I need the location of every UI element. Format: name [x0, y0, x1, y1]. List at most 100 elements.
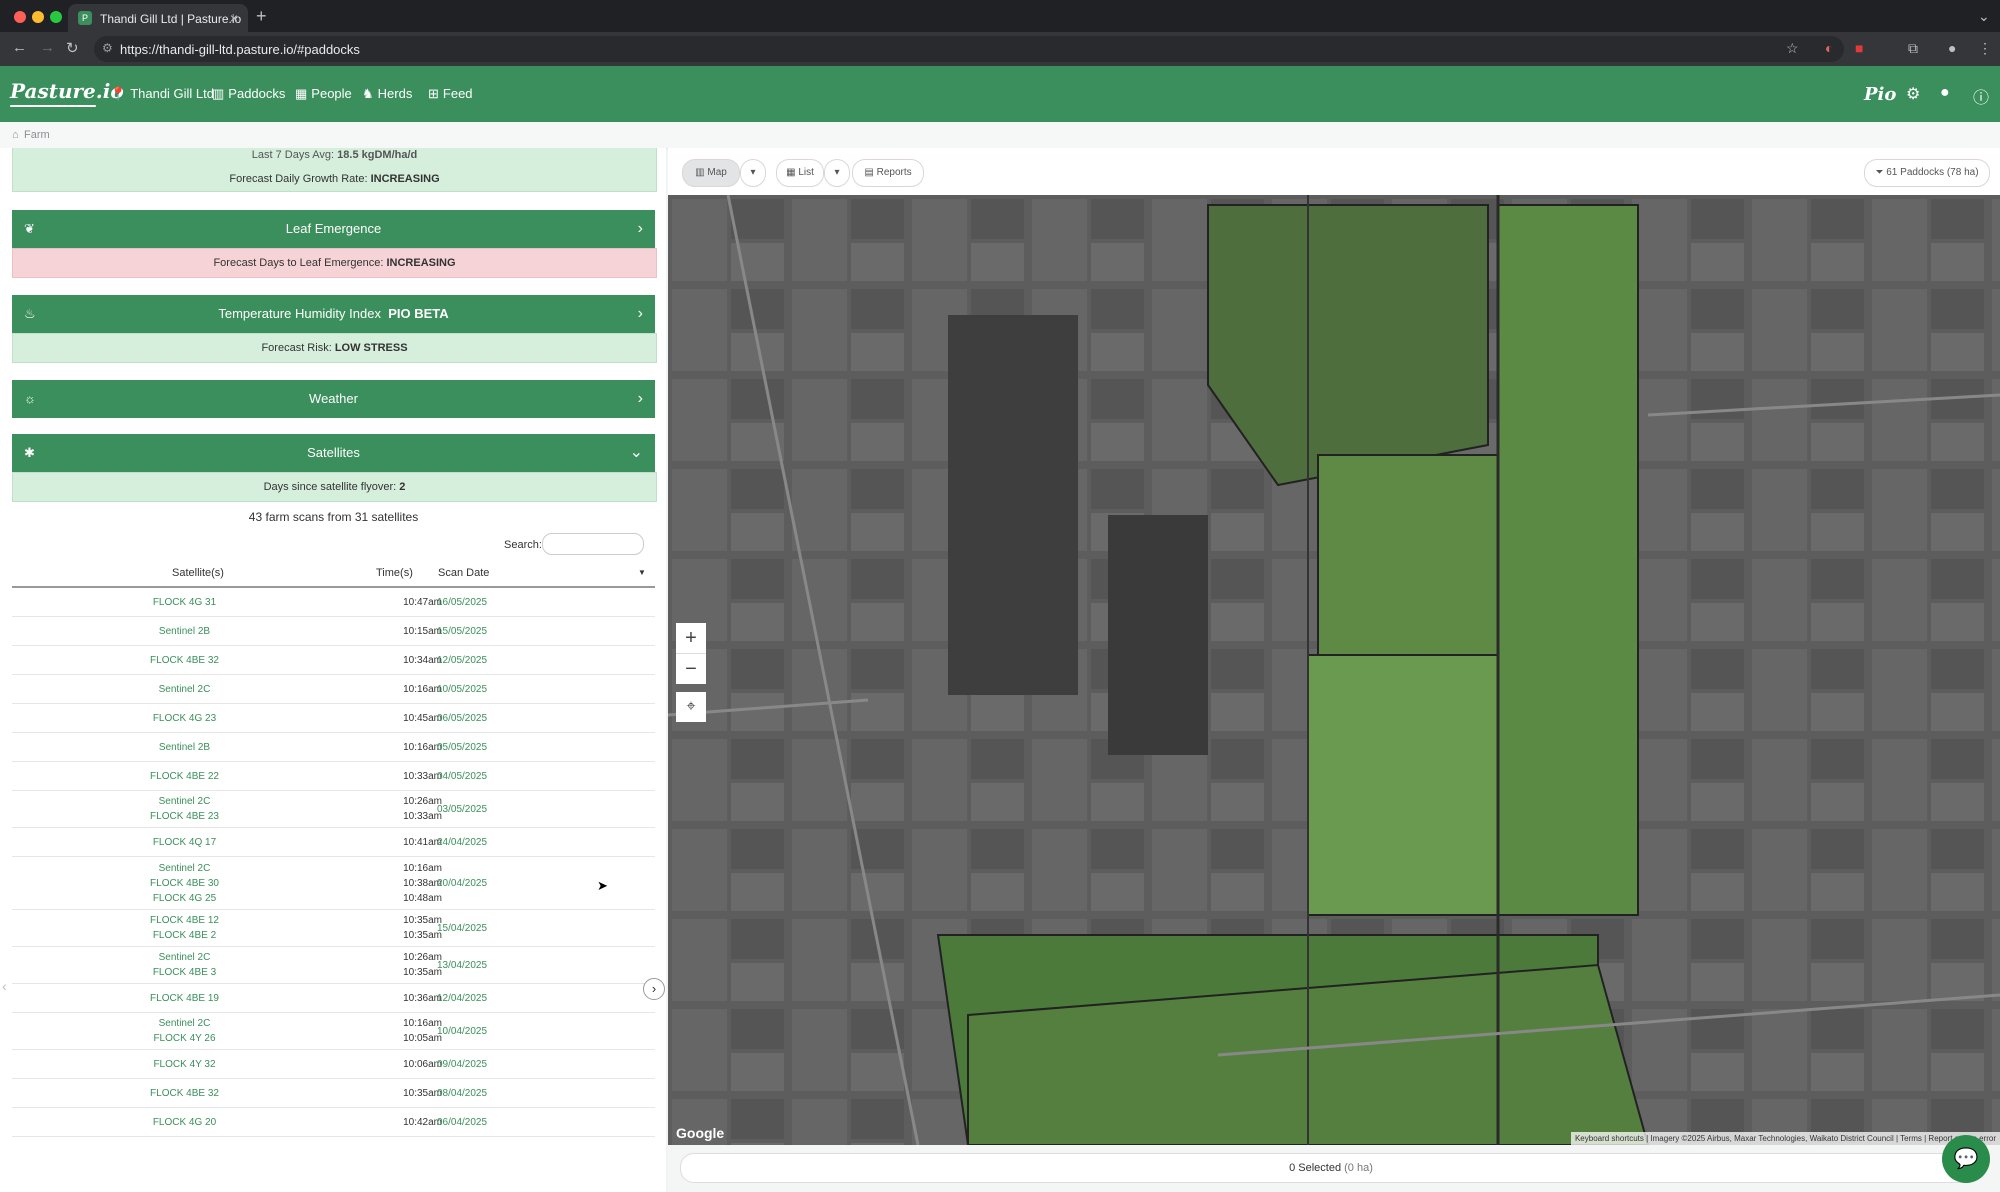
- satellite-name[interactable]: FLOCK 4G 25: [122, 891, 247, 906]
- back-icon[interactable]: ←: [12, 39, 27, 56]
- paddocks-filter-button[interactable]: ⏷ 61 Paddocks (78 ha): [1864, 159, 1990, 187]
- scan-date[interactable]: 09/04/2025: [437, 1057, 517, 1072]
- browser-tab[interactable]: P Thandi Gill Ltd | Pasture.io ×: [68, 4, 248, 32]
- table-row[interactable]: FLOCK 4BE 22 10:33am 04/05/2025: [12, 762, 655, 791]
- scan-date-link[interactable]: 10/05/2025: [437, 682, 517, 697]
- chevron-left-icon[interactable]: ‹: [2, 978, 7, 994]
- satellite-name[interactable]: Sentinel 2C: [122, 794, 247, 809]
- reports-button[interactable]: ▤ Reports: [852, 159, 924, 187]
- scan-date-link[interactable]: 16/05/2025: [437, 595, 517, 610]
- reload-icon[interactable]: ↻: [66, 39, 79, 57]
- home-icon[interactable]: ⌂: [12, 129, 19, 141]
- scan-date-link[interactable]: 10/04/2025: [437, 1024, 517, 1039]
- user-avatar-icon[interactable]: ●: [1940, 84, 1950, 102]
- satellite-cell[interactable]: FLOCK 4G 20: [122, 1115, 247, 1130]
- satellite-name[interactable]: FLOCK 4BE 19: [122, 991, 247, 1006]
- list-view-button[interactable]: ▦ List: [776, 159, 824, 187]
- scan-date[interactable]: 13/04/2025: [437, 958, 517, 973]
- satellite-name[interactable]: FLOCK 4BE 30: [122, 876, 247, 891]
- scan-date-link[interactable]: 03/05/2025: [437, 802, 517, 817]
- scan-date-link[interactable]: 12/04/2025: [437, 991, 517, 1006]
- satellite-name[interactable]: Sentinel 2B: [122, 740, 247, 755]
- nav-people[interactable]: ▦ People: [295, 86, 352, 102]
- satellite-name[interactable]: FLOCK 4BE 23: [122, 809, 247, 824]
- nav-paddocks[interactable]: ▥ Paddocks: [212, 86, 285, 102]
- satellite-cell[interactable]: FLOCK 4BE 19: [122, 991, 247, 1006]
- satellite-name[interactable]: FLOCK 4BE 22: [122, 769, 247, 784]
- satellite-name[interactable]: Sentinel 2C: [122, 682, 247, 697]
- satellite-cell[interactable]: Sentinel 2C FLOCK 4Y 26: [122, 1016, 247, 1046]
- satellite-cell[interactable]: FLOCK 4BE 32: [122, 653, 247, 668]
- satellite-cell[interactable]: Sentinel 2B: [122, 624, 247, 639]
- selection-summary[interactable]: 0 Selected (0 ha): [680, 1153, 1982, 1183]
- satellite-name[interactable]: FLOCK 4BE 12: [122, 913, 247, 928]
- zoom-out-button[interactable]: −: [676, 654, 706, 684]
- chevron-right-icon[interactable]: ›: [638, 210, 643, 248]
- satellite-cell[interactable]: Sentinel 2C FLOCK 4BE 23: [122, 794, 247, 824]
- next-arrow-button[interactable]: ›: [643, 978, 665, 1000]
- satellite-name[interactable]: Sentinel 2C: [122, 950, 247, 965]
- table-row[interactable]: FLOCK 4G 20 10:42am 06/04/2025: [12, 1108, 655, 1137]
- chevron-right-icon[interactable]: ›: [638, 295, 643, 333]
- nav-feed[interactable]: ⊞ Feed: [428, 86, 473, 102]
- scan-date-link[interactable]: 04/05/2025: [437, 769, 517, 784]
- scan-date-link[interactable]: 05/05/2025: [437, 740, 517, 755]
- scan-date[interactable]: 06/04/2025: [437, 1115, 517, 1130]
- satellite-cell[interactable]: Sentinel 2C FLOCK 4BE 3: [122, 950, 247, 980]
- satellite-cell[interactable]: FLOCK 4BE 12 FLOCK 4BE 2: [122, 913, 247, 943]
- scan-date[interactable]: 12/04/2025: [437, 991, 517, 1006]
- thi-header[interactable]: ♨ Temperature Humidity Index PIO BETA ›: [12, 295, 655, 333]
- help-icon[interactable]: ⓘ: [1973, 84, 1989, 108]
- minimize-window-button[interactable]: [32, 11, 44, 23]
- browser-menu-icon[interactable]: ⋮: [1978, 40, 1992, 57]
- table-row[interactable]: FLOCK 4G 31 10:47am 16/05/2025: [12, 588, 655, 617]
- satellite-name[interactable]: FLOCK 4G 23: [122, 711, 247, 726]
- scan-date-link[interactable]: 09/04/2025: [437, 1057, 517, 1072]
- scan-date[interactable]: 15/05/2025: [437, 624, 517, 639]
- table-row[interactable]: FLOCK 4BE 19 10:36am 12/04/2025: [12, 984, 655, 1013]
- leaf-emergence-header[interactable]: ❦ Leaf Emergence ›: [12, 210, 655, 248]
- chevron-down-icon[interactable]: ⌄: [630, 434, 643, 472]
- scan-date[interactable]: 24/04/2025: [437, 835, 517, 850]
- table-row[interactable]: FLOCK 4Q 17 10:41am 24/04/2025: [12, 828, 655, 857]
- settings-gear-icon[interactable]: ⚙: [1906, 84, 1920, 104]
- table-row[interactable]: Sentinel 2C FLOCK 4Y 26 10:16am 10:05am 10/0…: [12, 1013, 655, 1050]
- scan-date-link[interactable]: 15/05/2025: [437, 624, 517, 639]
- satellite-cell[interactable]: FLOCK 4BE 32: [122, 1086, 247, 1101]
- tab-search-icon[interactable]: ⌄: [1978, 8, 1990, 25]
- scan-date-link[interactable]: 15/04/2025: [437, 921, 517, 936]
- table-row[interactable]: FLOCK 4BE 32 10:35am 08/04/2025: [12, 1079, 655, 1108]
- chat-bubble-icon[interactable]: 💬: [1942, 1135, 1990, 1183]
- zoom-in-button[interactable]: +: [676, 623, 706, 654]
- satellite-name[interactable]: FLOCK 4G 20: [122, 1115, 247, 1130]
- scan-date[interactable]: 20/04/2025: [437, 876, 517, 891]
- new-tab-icon[interactable]: +: [256, 6, 267, 27]
- satellite-name[interactable]: FLOCK 4Y 32: [122, 1057, 247, 1072]
- satellite-name[interactable]: FLOCK 4G 31: [122, 595, 247, 610]
- pasture-logo[interactable]: Pasture.io: [10, 79, 124, 107]
- forward-icon[interactable]: →: [40, 39, 55, 56]
- scan-date[interactable]: 15/04/2025: [437, 921, 517, 936]
- scan-date-link[interactable]: 13/04/2025: [437, 958, 517, 973]
- scan-date-link[interactable]: 08/04/2025: [437, 1086, 517, 1101]
- weather-header[interactable]: ☼ Weather ›: [12, 380, 655, 418]
- satellite-name[interactable]: FLOCK 4Y 26: [122, 1031, 247, 1046]
- satellite-name[interactable]: Sentinel 2C: [122, 1016, 247, 1031]
- bookmark-star-icon[interactable]: ☆: [1786, 40, 1799, 57]
- satellite-cell[interactable]: Sentinel 2C: [122, 682, 247, 697]
- locate-pin-button[interactable]: ⌖: [676, 692, 706, 722]
- satellite-name[interactable]: FLOCK 4BE 32: [122, 653, 247, 668]
- satellite-name[interactable]: Sentinel 2C: [122, 861, 247, 876]
- satellite-cell[interactable]: FLOCK 4G 23: [122, 711, 247, 726]
- satellite-cell[interactable]: Sentinel 2B: [122, 740, 247, 755]
- map-view-dropdown[interactable]: ▾: [740, 159, 766, 187]
- extension-icon[interactable]: ◐: [1825, 40, 1833, 56]
- satellite-cell[interactable]: FLOCK 4G 31: [122, 595, 247, 610]
- map-attribution[interactable]: Keyboard shortcuts | Imagery ©2025 Airbu…: [1570, 1132, 2000, 1145]
- table-row[interactable]: Sentinel 2C FLOCK 4BE 30 FLOCK 4G 25 10:16a…: [12, 857, 655, 910]
- satellite-name[interactable]: FLOCK 4BE 3: [122, 965, 247, 980]
- nav-farm[interactable]: 📍 Thandi Gill Ltd: [110, 86, 214, 102]
- scan-date[interactable]: 16/05/2025: [437, 595, 517, 610]
- satellite-name[interactable]: Sentinel 2B: [122, 624, 247, 639]
- table-row[interactable]: Sentinel 2B 10:15am 15/05/2025: [12, 617, 655, 646]
